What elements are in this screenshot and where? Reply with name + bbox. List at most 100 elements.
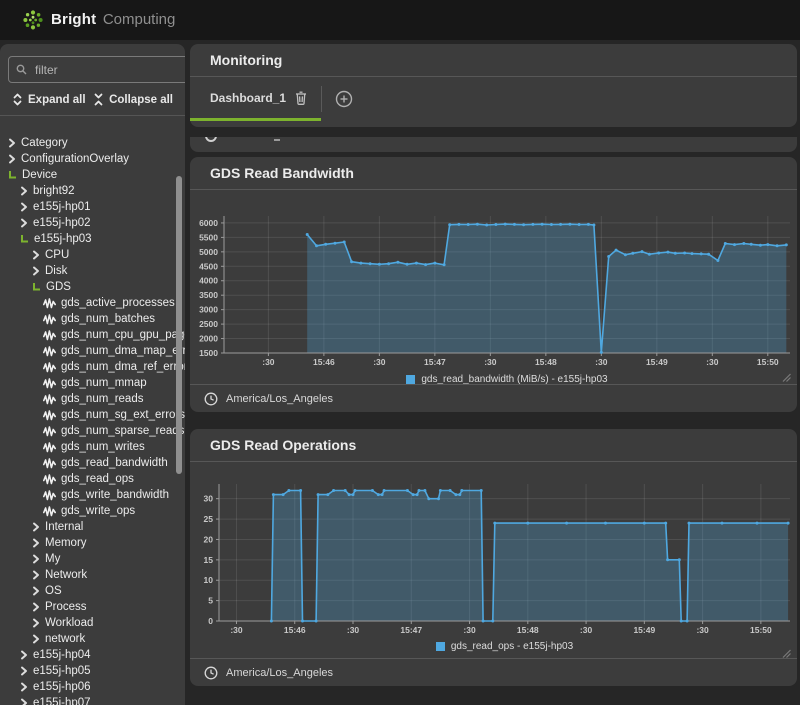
expanded-branch-icon — [20, 234, 29, 244]
chevron-right-icon — [20, 666, 28, 676]
tree-item-label: gds_read_bandwidth — [61, 457, 168, 469]
tree-item-label: gds_num_sg_ext_errors — [61, 409, 185, 421]
metric-waveform-icon — [43, 378, 56, 389]
tree-item-gds_num_mmap[interactable]: gds_num_mmap — [0, 375, 185, 391]
widget-title-row: GDS Read Operations — [190, 429, 797, 462]
tree-item-e155j-hp03[interactable]: e155j-hp03 — [0, 231, 185, 247]
svg-text::30: :30 — [706, 357, 719, 367]
svg-text:0: 0 — [208, 616, 213, 626]
metric-waveform-icon — [43, 394, 56, 405]
tree-item-Internal[interactable]: Internal — [0, 519, 185, 535]
tree-item-Memory[interactable]: Memory — [0, 535, 185, 551]
tree-item-gds_num_batches[interactable]: gds_num_batches — [0, 311, 185, 327]
add-dashboard-button[interactable] — [322, 77, 366, 121]
tree-item-Disk[interactable]: Disk — [0, 263, 185, 279]
collapse-all-button[interactable]: Collapse all — [93, 93, 173, 106]
tree-item-label: OS — [45, 585, 62, 597]
svg-text:15:46: 15:46 — [313, 357, 335, 367]
gds-read-operations-chart[interactable]: 051015202530:3015:46:3015:47:3015:48:301… — [190, 466, 797, 634]
chevron-right-icon — [32, 602, 40, 612]
tree-item-label: My — [45, 553, 60, 565]
tree-item-e155j-hp01[interactable]: e155j-hp01 — [0, 199, 185, 215]
chevron-right-icon — [32, 522, 40, 532]
tree-item-label: Memory — [45, 537, 87, 549]
brand-name-light: Computing — [103, 11, 176, 28]
tree-item-label: gds_num_reads — [61, 393, 143, 405]
tree-actions-row: Expand all Collapse all — [0, 91, 185, 116]
tree-item-bright92[interactable]: bright92 — [0, 183, 185, 199]
clock-icon — [205, 137, 217, 142]
tree-item-e155j-hp07[interactable]: e155j-hp07 — [0, 695, 185, 705]
device-tree: CategoryConfigurationOverlayDevicebright… — [0, 132, 185, 705]
tree-item-My[interactable]: My — [0, 551, 185, 567]
tree-item-GDS[interactable]: GDS — [0, 279, 185, 295]
tree-item-label: gds_num_mmap — [61, 377, 147, 389]
brand-logo[interactable]: Bright Computing — [22, 9, 175, 31]
tree-item-gds_active_processes[interactable]: gds_active_processes — [0, 295, 185, 311]
tree-item-label: Workload — [45, 617, 93, 629]
svg-text::30: :30 — [373, 357, 386, 367]
delete-dashboard-button[interactable] — [295, 91, 307, 105]
tree-item-gds_num_writes[interactable]: gds_num_writes — [0, 439, 185, 455]
tree-item-Network[interactable]: Network — [0, 567, 185, 583]
metric-waveform-icon — [43, 346, 56, 357]
timezone-footer: America/Los_Angeles — [190, 658, 797, 686]
tree-item-label: e155j-hp03 — [34, 233, 92, 245]
svg-text:15:50: 15:50 — [750, 625, 772, 634]
previous-widget-footer-sliver — [190, 137, 797, 152]
legend-swatch — [406, 375, 415, 384]
svg-text:2500: 2500 — [199, 319, 218, 329]
metric-waveform-icon — [43, 490, 56, 501]
expanded-branch-icon — [8, 170, 17, 180]
filter-input[interactable] — [33, 62, 185, 78]
tree-item-gds_num_sparse_reads[interactable]: gds_num_sparse_reads — [0, 423, 185, 439]
gds-read-bandwidth-chart[interactable]: 1500200025003000350040004500500055006000… — [190, 192, 797, 367]
legend-swatch — [436, 642, 445, 651]
tree-item-e155j-hp06[interactable]: e155j-hp06 — [0, 679, 185, 695]
tree-item-CPU[interactable]: CPU — [0, 247, 185, 263]
svg-text:15: 15 — [204, 555, 214, 565]
tree-item-gds_num_sg_ext_errors[interactable]: gds_num_sg_ext_errors — [0, 407, 185, 423]
tree-item-e155j-hp04[interactable]: e155j-hp04 — [0, 647, 185, 663]
tab-dashboard-1[interactable]: Dashboard_1 — [190, 77, 321, 121]
tree-item-label: e155j-hp06 — [33, 681, 91, 693]
svg-text:15:49: 15:49 — [646, 357, 668, 367]
tree-item-OS[interactable]: OS — [0, 583, 185, 599]
sidebar-scrollbar-thumb[interactable] — [176, 176, 182, 474]
timezone-footer: America/Los_Angeles — [190, 384, 797, 412]
filter-row — [0, 44, 185, 91]
tree-item-gds_num_reads[interactable]: gds_num_reads — [0, 391, 185, 407]
tree-item-label: GDS — [46, 281, 71, 293]
tree-item-Category[interactable]: Category — [0, 135, 185, 151]
svg-text:15:50: 15:50 — [757, 357, 779, 367]
expand-all-button[interactable]: Expand all — [12, 93, 86, 106]
tree-item-Device[interactable]: Device — [0, 167, 185, 183]
chart-legend[interactable]: gds_read_ops - e155j-hp03 — [219, 639, 790, 653]
tree-item-label: gds_num_batches — [61, 313, 155, 325]
tree-item-ConfigurationOverlay[interactable]: ConfigurationOverlay — [0, 151, 185, 167]
metric-waveform-icon — [43, 442, 56, 453]
tree-item-gds_read_ops[interactable]: gds_read_ops — [0, 471, 185, 487]
tree-item-gds_write_ops[interactable]: gds_write_ops — [0, 503, 185, 519]
page-title: Monitoring — [210, 52, 282, 68]
filter-input-box[interactable] — [8, 56, 185, 83]
tree-item-network[interactable]: network — [0, 631, 185, 647]
tree-item-e155j-hp02[interactable]: e155j-hp02 — [0, 215, 185, 231]
tree-item-gds_num_dma_map_errors[interactable]: gds_num_dma_map_errors — [0, 343, 185, 359]
svg-text:15:47: 15:47 — [424, 357, 446, 367]
tree-item-gds_num_cpu_gpu_page_errors[interactable]: gds_num_cpu_gpu_page_errors — [0, 327, 185, 343]
tree-item-Process[interactable]: Process — [0, 599, 185, 615]
chevron-right-icon — [20, 682, 28, 692]
tree-item-gds_read_bandwidth[interactable]: gds_read_bandwidth — [0, 455, 185, 471]
tree-item-Workload[interactable]: Workload — [0, 615, 185, 631]
svg-text:15:48: 15:48 — [535, 357, 557, 367]
svg-text:5500: 5500 — [199, 232, 218, 242]
chevron-right-icon — [8, 138, 16, 148]
tree-item-label: gds_num_dma_map_errors — [61, 345, 185, 357]
tree-item-e155j-hp05[interactable]: e155j-hp05 — [0, 663, 185, 679]
tree-item-gds_write_bandwidth[interactable]: gds_write_bandwidth — [0, 487, 185, 503]
dashboard-tabs: Dashboard_1 — [190, 77, 797, 121]
collapse-all-label: Collapse all — [109, 94, 173, 106]
svg-text:4000: 4000 — [199, 276, 218, 286]
tree-item-gds_num_dma_ref_errors[interactable]: gds_num_dma_ref_errors — [0, 359, 185, 375]
